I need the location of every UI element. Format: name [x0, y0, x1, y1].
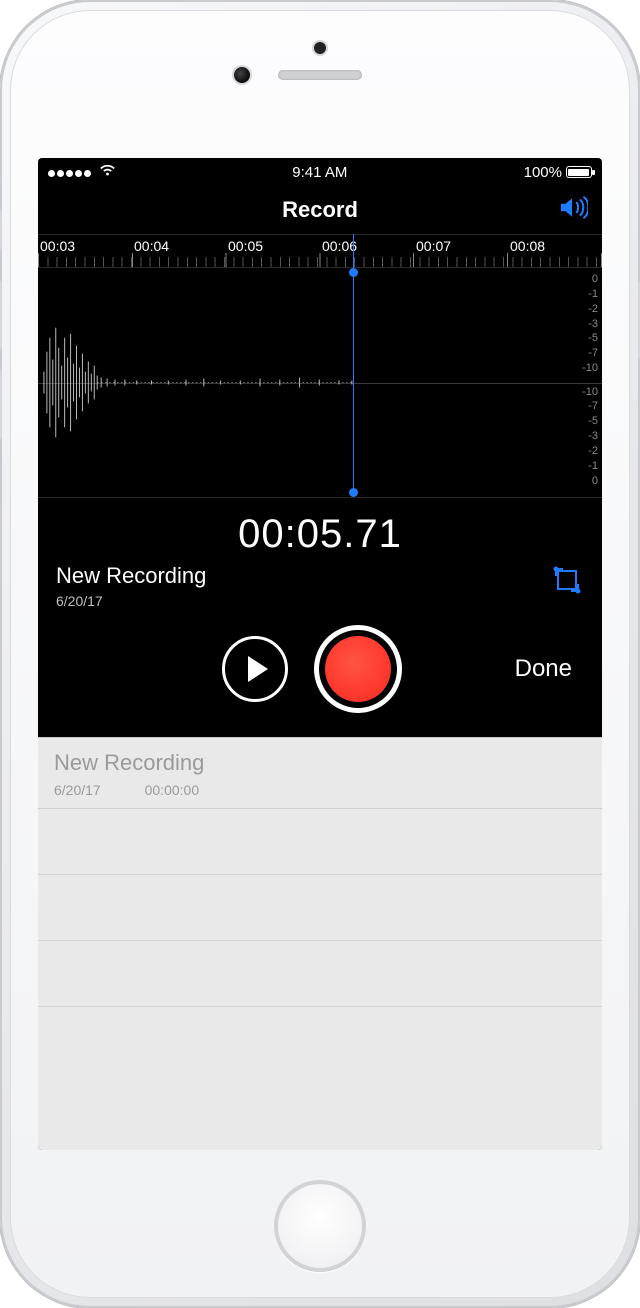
- list-item-empty: [38, 875, 602, 941]
- ruler-mark: 00:07: [416, 238, 451, 254]
- volume-down-button: [0, 370, 2, 440]
- record-button[interactable]: [314, 625, 402, 713]
- list-item[interactable]: New Recording 6/20/17 00:00:00: [38, 738, 602, 809]
- playhead[interactable]: [353, 234, 354, 497]
- earpiece-speaker: [278, 70, 362, 80]
- proximity-sensor: [314, 42, 326, 54]
- db-scale-top: 0-1-2-3-5-7-10: [582, 272, 598, 376]
- page-title: Record: [282, 197, 358, 223]
- done-button[interactable]: Done: [515, 655, 572, 683]
- ruler-mark: 00:04: [134, 238, 169, 254]
- home-button[interactable]: [274, 1180, 366, 1272]
- recording-name[interactable]: New Recording: [56, 563, 206, 589]
- ruler-mark: 00:05: [228, 238, 263, 254]
- list-item-empty: [38, 941, 602, 1007]
- status-bar: 9:41 AM 100%: [38, 158, 602, 186]
- speaker-toggle-button[interactable]: [558, 195, 588, 226]
- list-item-name: New Recording: [54, 750, 586, 776]
- status-time: 9:41 AM: [292, 164, 347, 181]
- playback-controls: Done: [38, 619, 602, 737]
- list-item-empty: [38, 809, 602, 875]
- recordings-list[interactable]: New Recording 6/20/17 00:00:00: [38, 737, 602, 1150]
- timeline-ruler[interactable]: 00:03 00:04 00:05 00:06 00:07 00:08: [38, 234, 602, 268]
- list-item-date: 6/20/17: [54, 782, 101, 798]
- battery-percent: 100%: [524, 164, 562, 181]
- front-camera: [234, 67, 250, 83]
- battery-indicator: 100%: [524, 164, 592, 181]
- phone-frame: 9:41 AM 100% Record: [0, 0, 640, 1308]
- waveform-panel[interactable]: 0-1-2-3-5-7-10 -10-7-5-3-2-10: [38, 268, 602, 498]
- signal-dots-icon: [48, 164, 93, 181]
- wifi-icon: [99, 162, 116, 183]
- volume-up-button: [0, 280, 2, 350]
- mute-switch: [0, 210, 2, 250]
- nav-bar: Record: [38, 186, 602, 234]
- screen: 9:41 AM 100% Record: [38, 158, 602, 1150]
- recording-date: 6/20/17: [56, 593, 206, 609]
- trim-button[interactable]: [550, 563, 584, 602]
- ruler-mark: 00:08: [510, 238, 545, 254]
- play-button[interactable]: [222, 636, 288, 702]
- list-item-duration: 00:00:00: [145, 782, 200, 798]
- elapsed-time: 00:05.71: [238, 512, 402, 556]
- db-scale-bottom: -10-7-5-3-2-10: [582, 385, 598, 489]
- waveform-icon: [38, 268, 354, 497]
- ruler-mark: 00:03: [40, 238, 75, 254]
